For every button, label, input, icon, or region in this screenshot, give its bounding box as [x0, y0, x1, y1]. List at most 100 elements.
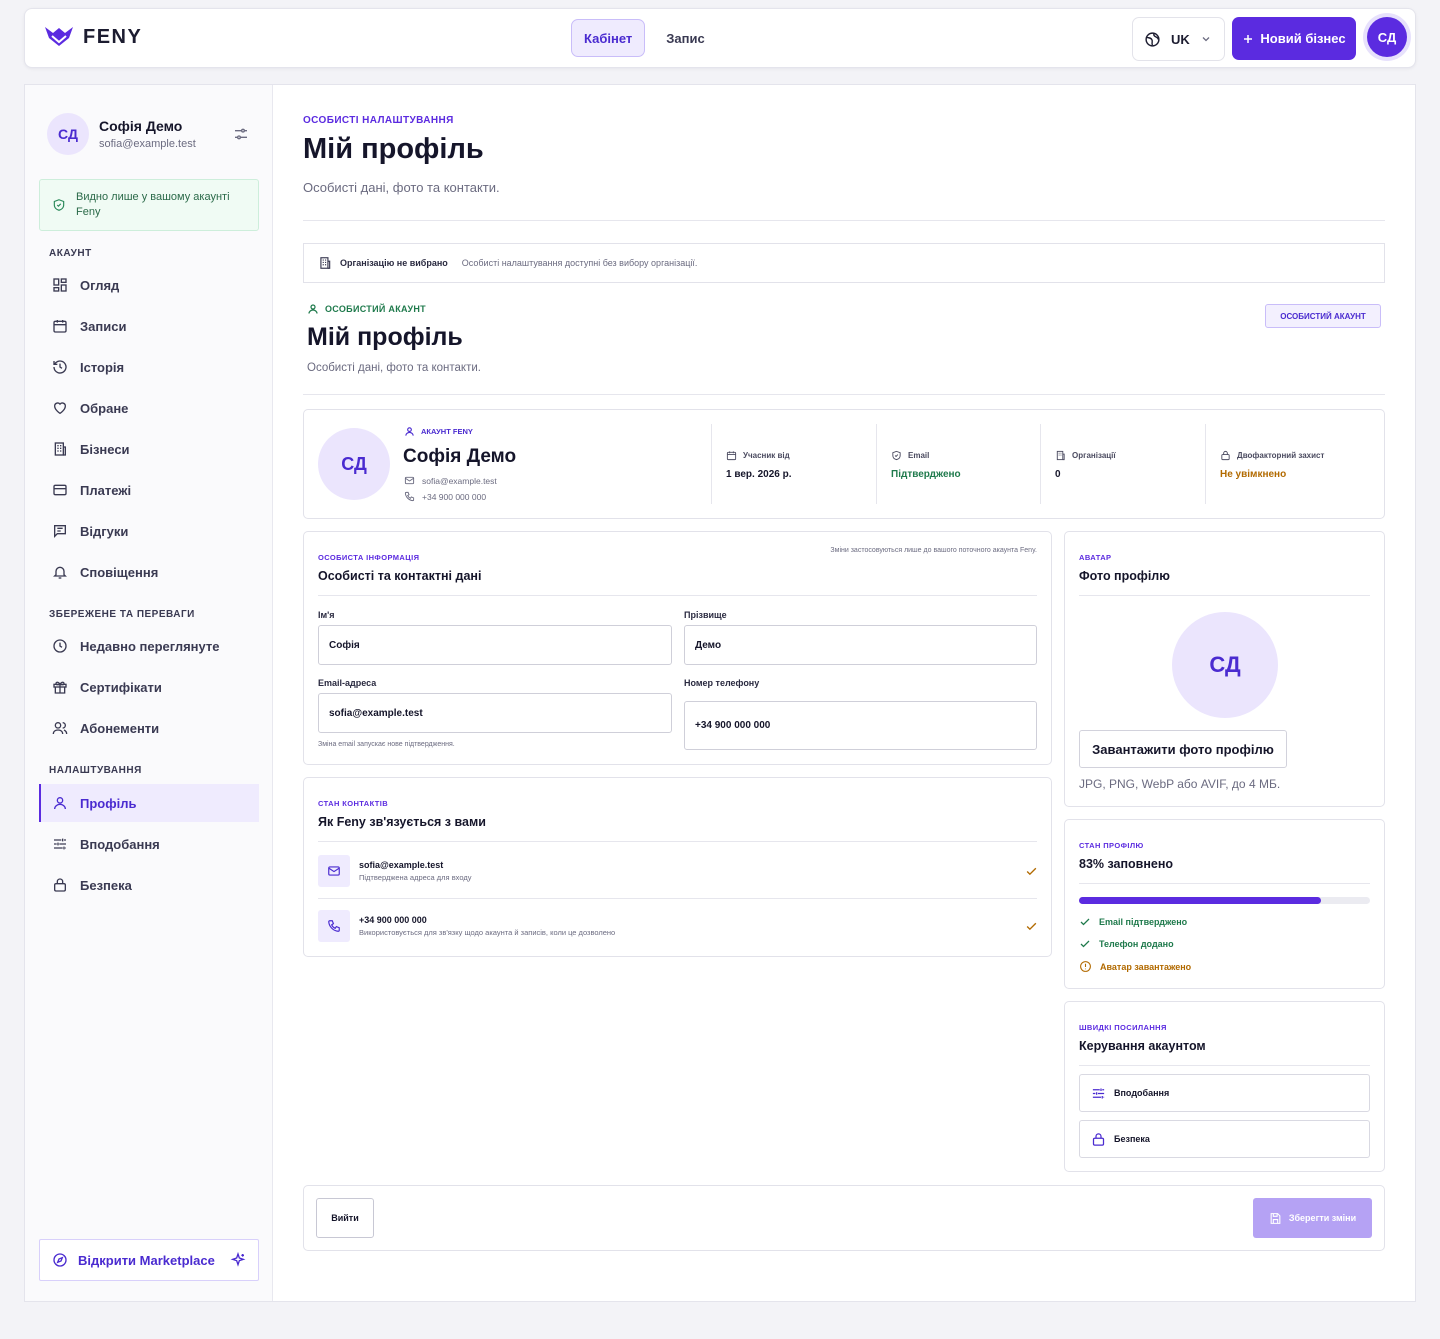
summary-phone-row: +34 900 000 000 — [404, 491, 486, 502]
privacy-note-text: Видно лише у вашому акаунті Feny — [76, 191, 230, 218]
top-bar: FENY Кабінет Запис UK Новий бізнес СД — [24, 8, 1416, 68]
building-icon — [320, 257, 331, 269]
divider — [318, 898, 1037, 899]
summary-phone: +34 900 000 000 — [422, 491, 487, 502]
gift-icon — [53, 681, 67, 694]
users-icon — [52, 722, 68, 735]
logout-button[interactable]: Вийти — [316, 1198, 374, 1238]
upload-photo-button[interactable]: Завантажити фото профілю — [1079, 730, 1287, 768]
summary-name: Софія Демо — [403, 446, 517, 467]
progress-track — [1079, 897, 1370, 904]
sliders-icon — [1092, 1088, 1105, 1098]
heart-icon — [53, 402, 67, 415]
status-title: 83% заповнено — [1079, 857, 1174, 871]
summary-email-row: sofia@example.test — [404, 475, 497, 486]
feny-logo-icon — [45, 27, 73, 46]
check-email: Email підтверджено — [1079, 916, 1187, 928]
stat-value: Підтверджено — [891, 469, 961, 480]
compass-icon — [53, 1253, 67, 1267]
summary-email: sofia@example.test — [422, 475, 497, 486]
sidebar-item-label: Абонементи — [80, 720, 160, 736]
calendar-icon — [53, 320, 67, 333]
sidebar-item-businesses[interactable]: Бізнеси — [39, 430, 259, 468]
last-name-field[interactable]: Демо — [684, 625, 1037, 665]
contact-icon-box — [318, 910, 350, 942]
sparkle-icon — [230, 1252, 246, 1267]
shield-check-icon — [892, 450, 901, 461]
sidebar-item-notifications[interactable]: Сповіщення — [39, 553, 259, 591]
privacy-note: Видно лише у вашому акаунті Feny — [39, 179, 259, 231]
check-label: Аватар завантажено — [1100, 961, 1192, 972]
phone-icon — [328, 920, 340, 932]
app-shell: СД Софія Демо sofia@example.test Видно л… — [24, 84, 1416, 1302]
sidebar-user-card: СД Софія Демо sofia@example.test — [47, 113, 196, 155]
email-field[interactable]: sofia@example.test — [318, 693, 672, 733]
save-icon — [1270, 1212, 1281, 1224]
save-button[interactable]: Зберегти зміни — [1253, 1198, 1372, 1238]
chevron-down-icon — [1202, 37, 1210, 42]
sidebar-item-label: Платежі — [80, 482, 132, 498]
save-label: Зберегти зміни — [1288, 1213, 1357, 1223]
sidebar-item-overview[interactable]: Огляд — [39, 266, 259, 304]
stat-label: Організації — [1072, 451, 1116, 460]
contact-description: Використовується для зв'язку щодо акаунт… — [359, 928, 616, 937]
open-marketplace-button[interactable]: Відкрити Marketplace — [39, 1239, 259, 1281]
summary-avatar: СД — [318, 428, 390, 500]
logo-text: FENY — [83, 25, 143, 48]
settings-sliders-icon[interactable] — [233, 126, 249, 142]
tab-booking[interactable]: Запис — [653, 19, 717, 57]
language-select[interactable]: UK — [1132, 17, 1225, 61]
sidebar-item-label: Бізнеси — [80, 441, 130, 457]
sidebar-item-history[interactable]: Історія — [39, 348, 259, 386]
sidebar: СД Софія Демо sofia@example.test Видно л… — [25, 85, 273, 1301]
sidebar-item-recent[interactable]: Недавно переглянуте — [39, 627, 259, 665]
building-icon — [54, 442, 66, 456]
check-icon — [1026, 922, 1037, 930]
sidebar-item-label: Недавно переглянуте — [80, 638, 220, 654]
quick-link-preferences[interactable]: Вподобання — [1079, 1074, 1370, 1112]
divider — [1079, 595, 1370, 596]
profile-eyebrow-text: ОСОБИСТИЙ АКАУНТ — [325, 304, 426, 314]
sidebar-item-preferences[interactable]: Вподобання — [39, 825, 259, 863]
stat-email: Email Підтверджено — [876, 424, 961, 504]
personal-eyebrow: ОСОБИСТА ІНФОРМАЦІЯ — [318, 553, 420, 562]
logo[interactable]: FENY — [43, 24, 142, 50]
user-icon — [308, 304, 318, 314]
stat-value: 0 — [1055, 469, 1061, 480]
tab-cabinet[interactable]: Кабінет — [571, 19, 646, 57]
language-value: UK — [1171, 31, 1190, 47]
sidebar-item-reviews[interactable]: Відгуки — [39, 512, 259, 550]
divider — [1079, 883, 1370, 884]
contact-title: +34 900 000 000 — [359, 915, 427, 925]
account-summary-card: СД АКАУНТ FENY Софія Демо sofia@example.… — [303, 409, 1385, 519]
sidebar-item-payments[interactable]: Платежі — [39, 471, 259, 509]
sidebar-item-subscriptions[interactable]: Абонементи — [39, 709, 259, 747]
sidebar-item-security[interactable]: Безпека — [39, 866, 259, 904]
phone-field[interactable]: +34 900 000 000 — [684, 701, 1037, 750]
quick-links-title: Керування акаунтом — [1079, 1039, 1206, 1053]
stat-label: Email — [908, 451, 930, 460]
avatar[interactable]: СД — [1367, 17, 1407, 57]
quick-links-eyebrow: ШВИДКІ ПОСИЛАННЯ — [1079, 1023, 1167, 1032]
sidebar-item-profile[interactable]: Профіль — [39, 784, 259, 822]
sidebar-item-favorites[interactable]: Обране — [39, 389, 259, 427]
user-icon — [405, 427, 414, 436]
phone-icon — [404, 491, 415, 502]
check-label: Email підтверджено — [1099, 917, 1188, 927]
status-badge: ОСОБИСТИЙ АКАУНТ — [1265, 304, 1381, 328]
section-label-saved: ЗБЕРЕЖЕНЕ ТА ПЕРЕВАГИ — [49, 609, 195, 620]
sidebar-user-name: Софія Демо — [99, 118, 183, 134]
page-subtitle: Особисті дані, фото та контакти. — [303, 180, 500, 195]
quick-link-security[interactable]: Безпека — [1079, 1120, 1370, 1158]
sidebar-item-certificates[interactable]: Сертифікати — [39, 668, 259, 706]
new-business-button[interactable]: Новий бізнес — [1232, 17, 1356, 60]
bell-icon — [53, 566, 67, 579]
sliders-icon — [54, 838, 66, 850]
globe-icon — [1145, 31, 1160, 47]
first-name-field[interactable]: Софія — [318, 625, 672, 665]
divider — [318, 841, 1037, 842]
sidebar-item-bookings[interactable]: Записи — [39, 307, 259, 345]
check-icon — [1080, 918, 1090, 926]
stat-organizations: Організації 0 — [1040, 424, 1116, 504]
sidebar-item-label: Вподобання — [80, 836, 160, 852]
